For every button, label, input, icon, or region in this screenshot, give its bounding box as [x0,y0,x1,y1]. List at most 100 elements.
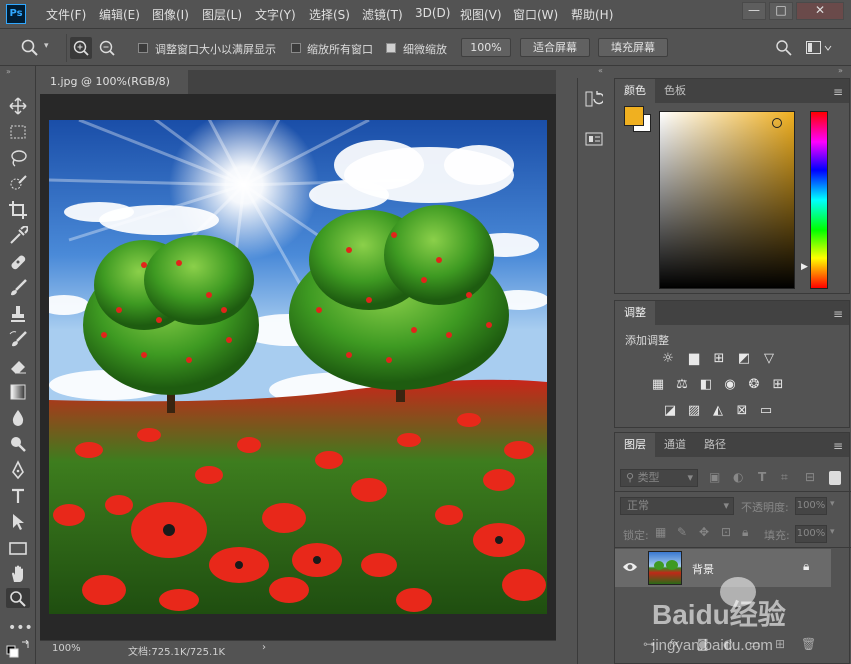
add-mask-icon[interactable]: ◙ [697,637,709,651]
layer-row-background[interactable]: 背景 🔒︎ [615,549,831,587]
threshold-icon[interactable]: ◭ [709,403,727,419]
lock-all-icon[interactable]: 🔒︎ [742,525,748,540]
color-picker-marker[interactable] [772,118,782,128]
filter-shape-icon[interactable]: ⌗ [781,470,788,485]
move-icon[interactable] [8,96,28,116]
zoom-in-button[interactable] [70,37,92,59]
fill-screen-button[interactable]: 填充屏幕 [598,38,668,57]
strip-collapse-icon[interactable]: « [598,66,603,75]
layer-filter-select[interactable]: ⚲ 类型 ▾ [620,469,698,487]
eraser-icon[interactable] [8,356,28,376]
gradient-map-icon[interactable]: ▭ [757,403,775,419]
tab-layers[interactable]: 图层 [615,433,655,457]
document-tab[interactable]: 1.jpg @ 100%(RGB/8) × [40,70,188,112]
menu-window[interactable]: 窗口(W) [513,6,558,23]
zoom-tool-button[interactable] [6,588,30,608]
menu-select[interactable]: 选择(S) [309,6,350,23]
hue-slider-handle-icon[interactable]: ▶ [801,262,808,272]
zoom-all-checkbox[interactable] [291,43,301,53]
foreground-color-swatch[interactable] [624,106,644,126]
dodge-icon[interactable] [8,434,28,454]
new-layer-icon[interactable]: ⊞ [775,637,785,651]
zoom-100-button[interactable]: 100% [461,38,511,57]
panels-collapse-icon[interactable]: » [838,66,843,75]
layer-name[interactable]: 背景 [692,561,714,577]
vibrance-icon[interactable]: ▽ [760,351,778,367]
opacity-chevron-icon[interactable]: ▾ [830,499,835,509]
blur-icon[interactable] [8,408,28,428]
lock-image-icon[interactable]: ✎ [677,525,687,539]
filter-pixel-icon[interactable]: ▣ [709,470,720,484]
photo-filter-icon[interactable]: ◉ [721,377,739,393]
close-button[interactable]: ✕ [796,2,844,20]
resize-windows-checkbox[interactable] [138,43,148,53]
blend-mode-select[interactable]: 正常 ▾ [620,497,734,515]
menu-help[interactable]: 帮助(H) [571,6,613,23]
delete-layer-icon[interactable]: 🗑︎ [801,637,816,651]
color-field[interactable] [659,111,795,289]
type-icon[interactable] [8,486,28,506]
tab-color[interactable]: 颜色 [615,79,655,103]
filter-type-icon[interactable]: T [758,470,766,484]
filter-smart-object-icon[interactable]: ⊟ [805,470,815,484]
history-brush-icon[interactable] [8,330,28,350]
path-select-icon[interactable] [8,512,28,532]
crop-icon[interactable] [8,200,28,220]
minimize-button[interactable]: — [742,2,766,20]
lock-position-icon[interactable]: ✥ [699,525,709,539]
more-icon[interactable]: ••• [8,618,33,638]
eyedropper-icon[interactable] [8,226,28,246]
zoom-tool-icon[interactable] [20,38,40,58]
properties-panel-icon[interactable] [585,130,603,148]
menu-layer[interactable]: 图层(L) [202,6,242,23]
scrubby-zoom-checkbox[interactable] [386,43,396,53]
layer-style-icon[interactable]: fx [669,637,679,650]
quick-select-icon[interactable] [8,174,28,194]
pen-icon[interactable] [8,460,28,480]
curves-icon[interactable]: ⊞ [710,351,728,367]
visibility-eye-icon[interactable] [622,561,638,573]
collapse-toolbar-icon[interactable]: » [6,67,11,76]
hue-saturation-icon[interactable]: ▦ [649,377,667,393]
tab-paths[interactable]: 路径 [695,433,735,457]
maximize-button[interactable]: □ [769,2,793,20]
menu-edit[interactable]: 编辑(E) [99,6,140,23]
levels-icon[interactable]: ▆ [685,351,703,367]
filter-adjustment-icon[interactable]: ◐ [733,470,743,484]
layer-lock-icon[interactable]: 🔒︎ [803,559,809,574]
search-icon[interactable] [775,39,793,57]
exposure-icon[interactable]: ◩ [735,351,753,367]
panel-menu-icon[interactable]: ≡ [833,85,843,99]
filter-toggle-icon[interactable] [829,471,841,485]
foreground-background-swap-icon[interactable] [6,640,30,658]
healing-icon[interactable] [8,252,28,272]
posterize-icon[interactable]: ▨ [685,403,703,419]
stamp-icon[interactable] [8,304,28,324]
workspace-switcher-icon[interactable] [806,41,832,55]
hue-slider[interactable] [810,111,828,289]
tab-channels[interactable]: 通道 [655,433,695,457]
status-menu-arrow-icon[interactable]: › [262,642,266,653]
black-white-icon[interactable]: ◧ [697,377,715,393]
selective-color-icon[interactable]: ⊠ [733,403,751,419]
marquee-icon[interactable] [8,122,28,142]
gradient-icon[interactable] [8,382,28,402]
brush-icon[interactable] [8,278,28,298]
link-layers-icon[interactable]: ⊶ [643,637,655,651]
menu-3d[interactable]: 3D(D) [415,6,450,20]
menu-filter[interactable]: 滤镜(T) [362,6,403,23]
new-group-icon[interactable]: ▭ [749,637,760,651]
zoom-level-field[interactable]: 100% [52,643,81,654]
channel-mixer-icon[interactable]: ❂ [745,377,763,393]
lock-transparent-icon[interactable]: ▦ [655,525,666,539]
invert-icon[interactable]: ◪ [661,403,679,419]
menu-view[interactable]: 视图(V) [460,6,502,23]
lock-artboard-icon[interactable]: ⊡ [721,525,731,539]
document-image[interactable] [49,120,547,614]
fill-field[interactable]: 100% [795,525,827,543]
menu-type[interactable]: 文字(Y) [255,6,296,23]
menu-file[interactable]: 文件(F) [46,6,86,23]
lasso-icon[interactable] [8,148,28,168]
menu-image[interactable]: 图像(I) [152,6,189,23]
tab-adjustments[interactable]: 调整 [615,301,655,325]
